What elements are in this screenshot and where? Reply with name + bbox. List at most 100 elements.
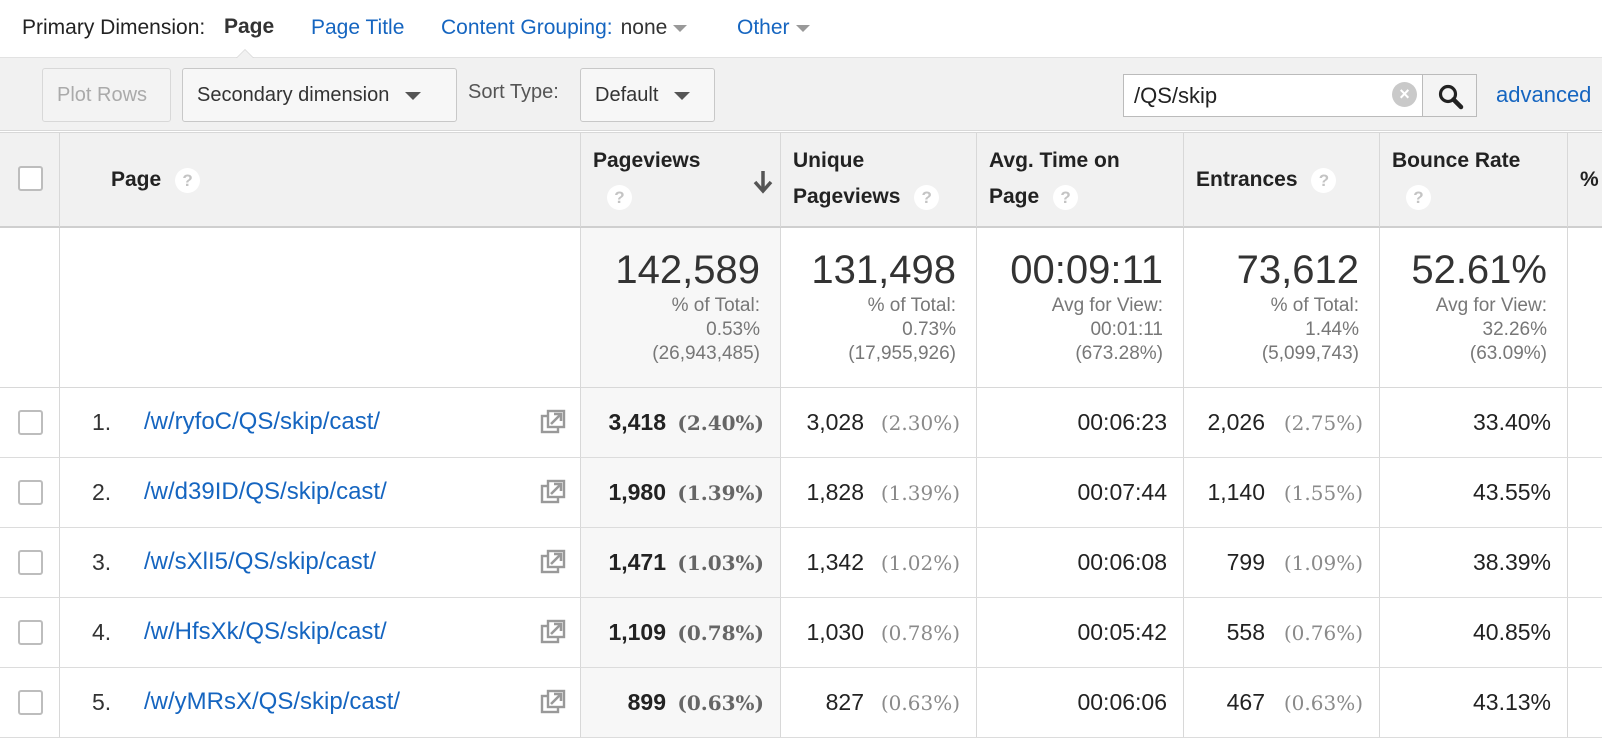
pageviews-value: 1,980 bbox=[608, 479, 666, 505]
clear-icon[interactable]: × bbox=[1392, 82, 1417, 107]
row-select-cell bbox=[0, 528, 60, 597]
row-pageviews-cell: 899 (0.63%) bbox=[581, 668, 781, 737]
page-link[interactable]: /w/ryfoC/QS/skip/cast/ bbox=[144, 408, 380, 436]
totals-pct-exit bbox=[1568, 228, 1602, 387]
entrances-value: 558 bbox=[1226, 619, 1265, 645]
row-page-cell: 1. /w/ryfoC/QS/skip/cast/ bbox=[60, 388, 581, 457]
row-pageviews-cell: 1,471 (1.03%) bbox=[581, 528, 781, 597]
chevron-down-icon bbox=[673, 24, 688, 32]
header-select-cell bbox=[0, 133, 60, 227]
help-icon[interactable]: ? bbox=[607, 184, 632, 210]
row-select-cell bbox=[0, 458, 60, 527]
other-dimension-dropdown[interactable]: Other bbox=[737, 16, 810, 40]
external-link-icon[interactable] bbox=[540, 479, 566, 505]
totals-avg-value: 00:09:11 bbox=[1010, 248, 1163, 292]
row-pageviews-cell: 1,980 (1.39%) bbox=[581, 458, 781, 527]
pageviews-value: 1,109 bbox=[608, 619, 666, 645]
entrances-percent: (0.63%) bbox=[1283, 691, 1363, 715]
row-page-cell: 4. /w/HfsXk/QS/skip/cast/ bbox=[60, 598, 581, 667]
row-checkbox[interactable] bbox=[18, 480, 43, 505]
header-page[interactable]: Page ? bbox=[60, 133, 581, 227]
help-icon[interactable]: ? bbox=[1053, 184, 1079, 210]
totals-select-cell bbox=[0, 228, 60, 387]
header-pct-exit[interactable]: % bbox=[1568, 133, 1602, 227]
totals-pageviews-sub: % of Total: 0.53% (26,943,485) bbox=[652, 295, 760, 364]
current-dimension-caret-icon bbox=[236, 49, 254, 58]
header-avg-line2: Page bbox=[989, 185, 1040, 208]
pageviews-percent: (1.39%) bbox=[677, 481, 764, 505]
external-link-icon[interactable] bbox=[540, 409, 566, 435]
row-checkbox[interactable] bbox=[18, 550, 43, 575]
header-unique-pageviews[interactable]: Unique Pageviews ? bbox=[781, 133, 977, 227]
search-icon bbox=[1438, 84, 1464, 110]
row-avg-time-cell: 00:06:06 bbox=[977, 668, 1184, 737]
row-avg-time-cell: 00:07:44 bbox=[977, 458, 1184, 527]
content-grouping-dropdown[interactable]: Content Grouping: none bbox=[441, 16, 688, 40]
table-toolbar: Plot Rows Secondary dimension Sort Type:… bbox=[0, 58, 1602, 131]
header-bounce-rate[interactable]: Bounce Rate ? bbox=[1380, 133, 1568, 227]
external-link-icon[interactable] bbox=[540, 549, 566, 575]
row-checkbox[interactable] bbox=[18, 620, 43, 645]
row-pct-exit-cell bbox=[1568, 458, 1602, 527]
chevron-down-icon bbox=[405, 91, 422, 100]
search-button[interactable] bbox=[1422, 74, 1477, 117]
unique-pageviews-percent: (2.30%) bbox=[880, 411, 960, 435]
header-unique-line1: Unique bbox=[793, 149, 865, 172]
row-unique-cell: 1,030 (0.78%) bbox=[781, 598, 977, 667]
totals-unique-pageviews: 131,498 % of Total: 0.73% (17,955,926) bbox=[781, 228, 977, 387]
unique-pageviews-value: 827 bbox=[825, 689, 864, 715]
unique-pageviews-value: 1,030 bbox=[806, 619, 864, 645]
table-header: Page ? Pageviews ? Unique Pageviews ? Av bbox=[0, 132, 1602, 228]
entrances-percent: (1.09%) bbox=[1283, 551, 1363, 575]
select-all-checkbox[interactable] bbox=[18, 166, 43, 191]
dimension-page-title-link[interactable]: Page Title bbox=[311, 16, 404, 40]
entrances-percent: (1.55%) bbox=[1283, 481, 1363, 505]
help-icon[interactable]: ? bbox=[1311, 167, 1337, 193]
external-link-icon[interactable] bbox=[540, 619, 566, 645]
row-pct-exit-cell bbox=[1568, 388, 1602, 457]
bounce-rate-value: 43.55% bbox=[1472, 479, 1551, 505]
totals-unique-sub: % of Total: 0.73% (17,955,926) bbox=[848, 295, 956, 364]
header-avg-time[interactable]: Avg. Time on Page ? bbox=[977, 133, 1184, 227]
row-bounce-cell: 43.55% bbox=[1380, 458, 1568, 527]
pageviews-value: 3,418 bbox=[608, 409, 666, 435]
entrances-value: 1,140 bbox=[1207, 479, 1265, 505]
page-link[interactable]: /w/HfsXk/QS/skip/cast/ bbox=[144, 618, 387, 646]
arrow-down-icon[interactable] bbox=[752, 169, 774, 195]
advanced-filter-link[interactable]: advanced bbox=[1496, 82, 1591, 108]
header-pageviews[interactable]: Pageviews ? bbox=[581, 133, 781, 227]
row-unique-cell: 3,028 (2.30%) bbox=[781, 388, 977, 457]
totals-page-cell bbox=[60, 228, 581, 387]
help-icon[interactable]: ? bbox=[914, 184, 940, 210]
avg-time-value: 00:06:08 bbox=[1077, 549, 1167, 575]
header-pct-exit-label: % bbox=[1580, 168, 1599, 191]
dimension-page-current[interactable]: Page bbox=[224, 15, 274, 39]
totals-entrances: 73,612 % of Total: 1.44% (5,099,743) bbox=[1184, 228, 1380, 387]
page-link[interactable]: /w/yMRsX/QS/skip/cast/ bbox=[144, 688, 400, 716]
external-link-icon[interactable] bbox=[540, 689, 566, 715]
row-page-cell: 3. /w/sXlI5/QS/skip/cast/ bbox=[60, 528, 581, 597]
secondary-dimension-dropdown[interactable]: Secondary dimension bbox=[182, 68, 457, 122]
sort-type-dropdown[interactable]: Default bbox=[580, 68, 715, 122]
plot-rows-button[interactable]: Plot Rows bbox=[42, 68, 171, 122]
page-link[interactable]: /w/sXlI5/QS/skip/cast/ bbox=[144, 548, 376, 576]
row-checkbox[interactable] bbox=[18, 690, 43, 715]
row-number: 4. bbox=[92, 619, 112, 645]
totals-pageviews: 142,589 % of Total: 0.53% (26,943,485) bbox=[581, 228, 781, 387]
help-icon[interactable]: ? bbox=[175, 167, 201, 193]
header-avg-line1: Avg. Time on bbox=[989, 149, 1120, 172]
page-link[interactable]: /w/d39ID/QS/skip/cast/ bbox=[144, 478, 387, 506]
unique-pageviews-value: 1,342 bbox=[806, 549, 864, 575]
unique-pageviews-percent: (1.39%) bbox=[880, 481, 960, 505]
row-pct-exit-cell bbox=[1568, 528, 1602, 597]
help-icon[interactable]: ? bbox=[1406, 184, 1431, 210]
row-checkbox[interactable] bbox=[18, 410, 43, 435]
totals-pageviews-value: 142,589 bbox=[615, 248, 760, 292]
row-select-cell bbox=[0, 598, 60, 667]
unique-pageviews-percent: (0.78%) bbox=[880, 621, 960, 645]
row-avg-time-cell: 00:06:23 bbox=[977, 388, 1184, 457]
entrances-value: 467 bbox=[1226, 689, 1265, 715]
table-search-input[interactable] bbox=[1123, 74, 1423, 117]
header-entrances[interactable]: Entrances ? bbox=[1184, 133, 1380, 227]
row-entrances-cell: 1,140 (1.55%) bbox=[1184, 458, 1380, 527]
